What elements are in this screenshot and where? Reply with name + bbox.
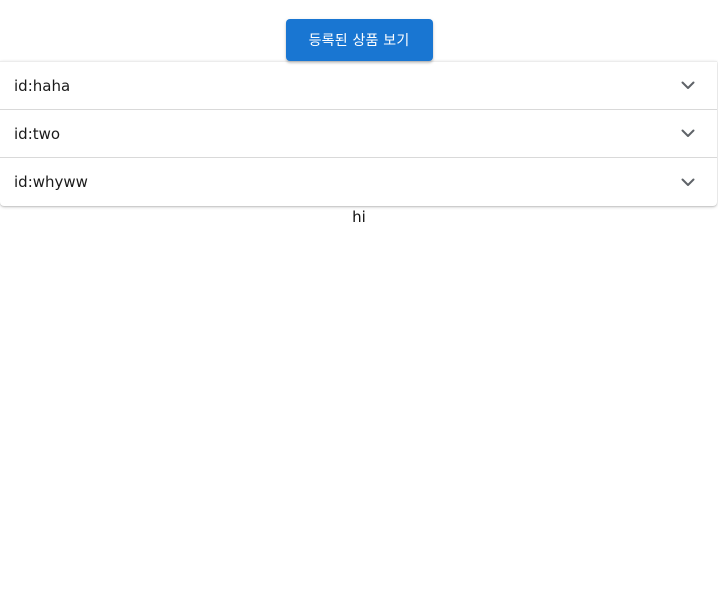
view-registered-products-button[interactable]: 등록된 상품 보기 [285,19,433,61]
accordion-item-haha[interactable]: id:haha [0,62,717,110]
top-bar: 등록된 상품 보기 [0,0,718,61]
accordion-list: id:haha id:two id:whyww [0,61,717,206]
accordion-item-two[interactable]: id:two [0,110,717,158]
chevron-down-icon[interactable] [680,126,696,142]
chevron-down-icon[interactable] [680,78,696,94]
accordion-item-label: id:two [14,124,61,143]
accordion-item-whyww[interactable]: id:whyww [0,158,717,206]
accordion-item-label: id:haha [14,76,71,95]
page: 등록된 상품 보기 id:haha id:two id:whyww hi [0,0,718,600]
footer-text: hi [352,208,366,226]
accordion-item-label: id:whyww [14,173,88,191]
chevron-down-icon[interactable] [680,174,696,190]
